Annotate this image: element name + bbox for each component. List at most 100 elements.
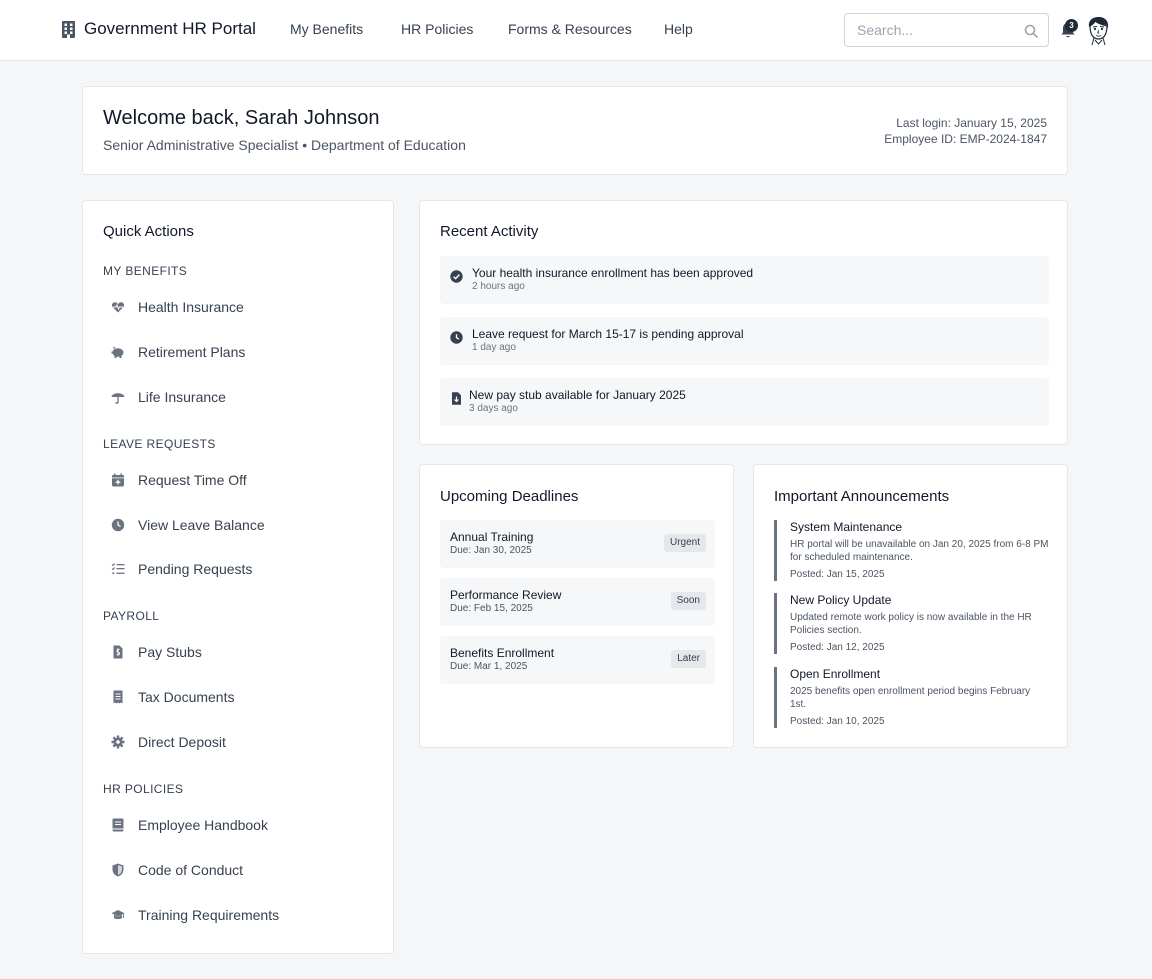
announcement-item[interactable]: System Maintenance HR portal will be una…: [774, 520, 1049, 581]
announcement-title: New Policy Update: [790, 593, 892, 607]
pay-stubs-label: Pay Stubs: [138, 644, 202, 660]
announcement-date: Posted: Jan 15, 2025: [790, 569, 885, 580]
employee-handbook-label: Employee Handbook: [138, 817, 268, 833]
book-icon: [112, 818, 124, 832]
tax-documents-label: Tax Documents: [138, 689, 235, 705]
upcoming-deadlines-title: Upcoming Deadlines: [440, 488, 579, 505]
status-badge: Urgent: [663, 534, 706, 552]
search-input[interactable]: [845, 22, 1015, 38]
direct-deposit-link[interactable]: Direct Deposit: [103, 724, 375, 760]
welcome-title: Welcome back, Sarah Johnson: [103, 107, 380, 129]
recent-activity-title: Recent Activity: [440, 223, 539, 240]
receipt-icon: [113, 690, 123, 704]
deadline-item[interactable]: Annual Training Due: Jan 30, 2025 Urgent: [440, 520, 715, 568]
pending-requests-label: Pending Requests: [138, 561, 253, 577]
pending-requests-link[interactable]: Pending Requests: [103, 551, 375, 587]
announcement-title: Open Enrollment: [790, 667, 881, 681]
file-dollar-icon: [113, 645, 123, 659]
piggy-bank-icon: [111, 346, 124, 358]
building-icon: [62, 20, 75, 38]
pay-stubs-link[interactable]: Pay Stubs: [103, 634, 375, 670]
clock-icon: [450, 331, 463, 344]
deadline-due: Due: Jan 30, 2025: [450, 545, 532, 556]
direct-deposit-label: Direct Deposit: [138, 734, 226, 750]
welcome-card: Welcome back, Sarah Johnson Senior Admin…: [82, 86, 1068, 175]
announcements-panel: Important Announcements System Maintenan…: [753, 464, 1068, 748]
gear-icon: [111, 735, 125, 749]
list-check-icon: [111, 563, 125, 575]
training-requirements-label: Training Requirements: [138, 907, 280, 923]
request-time-off-link[interactable]: Request Time Off: [103, 462, 375, 498]
recent-activity-panel: Recent Activity Your health insurance en…: [419, 200, 1068, 445]
clock-icon: [111, 518, 125, 532]
activity-time: 2 hours ago: [472, 281, 525, 292]
activity-item[interactable]: New pay stub available for January 2025 …: [440, 378, 1049, 426]
employee-id: Employee ID: EMP-2024-1847: [884, 132, 1047, 146]
announcement-date: Posted: Jan 10, 2025: [790, 716, 885, 727]
nav-hr-policies[interactable]: HR Policies: [401, 21, 473, 37]
deadline-item[interactable]: Performance Review Due: Feb 15, 2025 Soo…: [440, 578, 715, 626]
deadline-due: Due: Feb 15, 2025: [450, 603, 533, 614]
brand[interactable]: Government HR Portal: [62, 19, 256, 39]
quick-actions-panel: Quick Actions MY BENEFITS Health Insuran…: [82, 200, 394, 954]
notification-badge: 3: [1065, 19, 1078, 32]
activity-text: Leave request for March 15-17 is pending…: [472, 327, 744, 341]
announcement-title: System Maintenance: [790, 520, 903, 534]
deadline-name: Annual Training: [450, 530, 534, 544]
nav-my-benefits[interactable]: My Benefits: [290, 21, 363, 37]
life-insurance-link[interactable]: Life Insurance: [103, 379, 375, 415]
request-time-off-label: Request Time Off: [138, 472, 247, 488]
section-hr-policies: HR POLICIES: [103, 782, 184, 796]
welcome-subtitle: Senior Administrative Specialist • Depar…: [103, 137, 466, 153]
activity-item[interactable]: Leave request for March 15-17 is pending…: [440, 317, 1049, 365]
avatar[interactable]: [1085, 16, 1112, 46]
status-badge: Later: [671, 650, 706, 668]
announcement-body: HR portal will be unavailable on Jan 20,…: [790, 539, 1049, 563]
deadline-due: Due: Mar 1, 2025: [450, 661, 528, 672]
health-insurance-link[interactable]: Health Insurance: [103, 289, 375, 325]
announcement-item[interactable]: Open Enrollment 2025 benefits open enrol…: [774, 667, 1049, 728]
login-meta: Last login: January 15, 2025 Employee ID…: [884, 115, 1047, 147]
activity-item[interactable]: Your health insurance enrollment has bee…: [440, 256, 1049, 304]
graduation-cap-icon: [111, 910, 125, 920]
section-my-benefits: MY BENEFITS: [103, 264, 188, 278]
umbrella-icon: [111, 393, 125, 404]
shield-icon: [112, 863, 124, 877]
training-requirements-link[interactable]: Training Requirements: [103, 897, 375, 933]
deadline-name: Performance Review: [450, 588, 562, 602]
announcement-body: 2025 benefits open enrollment period beg…: [790, 686, 1031, 710]
retirement-plans-link[interactable]: Retirement Plans: [103, 334, 375, 370]
deadline-name: Benefits Enrollment: [450, 646, 555, 660]
upcoming-deadlines-panel: Upcoming Deadlines Annual Training Due: …: [419, 464, 734, 748]
code-of-conduct-link[interactable]: Code of Conduct: [103, 852, 375, 888]
code-of-conduct-label: Code of Conduct: [138, 862, 244, 878]
view-leave-balance-label: View Leave Balance: [138, 517, 265, 533]
announcement-date: Posted: Jan 12, 2025: [790, 642, 885, 653]
section-payroll: PAYROLL: [103, 609, 160, 623]
brand-title: Government HR Portal: [84, 19, 256, 38]
search-icon[interactable]: [1024, 24, 1038, 38]
view-leave-balance-link[interactable]: View Leave Balance: [103, 507, 375, 543]
life-insurance-label: Life Insurance: [138, 389, 226, 405]
announcement-item[interactable]: New Policy Update Updated remote work po…: [774, 593, 1049, 654]
tax-documents-link[interactable]: Tax Documents: [103, 679, 375, 715]
status-badge: Soon: [670, 592, 706, 610]
section-leave-requests: LEAVE REQUESTS: [103, 437, 216, 451]
employee-handbook-link[interactable]: Employee Handbook: [103, 807, 375, 843]
top-navigation-bar: Government HR Portal My Benefits HR Poli…: [0, 0, 1152, 61]
heart-pulse-icon: [111, 302, 125, 313]
health-insurance-label: Health Insurance: [138, 299, 244, 315]
last-login: Last login: January 15, 2025: [896, 116, 1047, 130]
activity-time: 3 days ago: [469, 403, 518, 414]
activity-time: 1 day ago: [472, 342, 516, 353]
activity-text: Your health insurance enrollment has bee…: [472, 266, 754, 280]
check-circle-icon: [450, 270, 463, 283]
retirement-plans-label: Retirement Plans: [138, 344, 246, 360]
calendar-plus-icon: [112, 473, 124, 487]
quick-actions-title: Quick Actions: [103, 223, 194, 240]
nav-help[interactable]: Help: [664, 21, 693, 37]
deadline-item[interactable]: Benefits Enrollment Due: Mar 1, 2025 Lat…: [440, 636, 715, 684]
nav-forms-resources[interactable]: Forms & Resources: [508, 21, 632, 37]
activity-text: New pay stub available for January 2025: [469, 388, 686, 402]
announcement-body: Updated remote work policy is now availa…: [790, 612, 1032, 636]
